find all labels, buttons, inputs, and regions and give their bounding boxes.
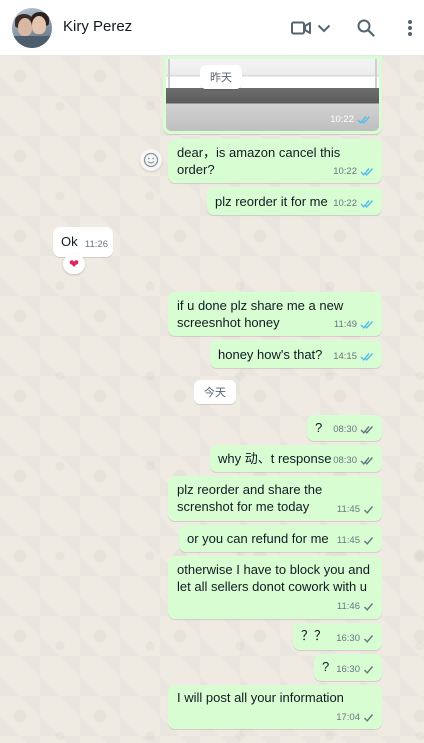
message-text: ? [322,659,330,674]
message-time: 10:22 [333,166,357,177]
message-time: 08:30 [333,455,357,466]
message-meta: 11:49 [334,316,374,333]
outgoing-message[interactable]: if u done plz share me a new screesnhot … [168,292,382,336]
sent-tick-icon [363,506,374,514]
date-separator: 昨天 [200,65,242,89]
outgoing-message[interactable]: ? 16:30 [314,654,382,681]
message-text: if u done plz share me a new screesnhot … [177,298,344,330]
heart-reaction[interactable]: ❤ [63,254,85,274]
read-receipt-icon [360,200,374,208]
message-time: 14:15 [333,351,357,362]
message-text: or you can refund for me [187,531,329,546]
message-text: dear，is amazon cancel this order? [177,145,341,177]
image-thumbnail[interactable]: 10:22 [166,59,379,131]
message-meta: 14:15 [333,348,374,365]
message-time: 11:46 [336,601,360,612]
message-text: Ok [61,234,78,249]
message-time: 11:45 [336,535,360,546]
chevron-down-icon[interactable] [316,14,332,42]
read-receipt-icon [357,116,371,124]
message-meta: 11:46 [337,598,374,615]
date-separator: 今天 [194,380,236,404]
message-time: 11:45 [336,504,360,515]
message-meta: 10:22 [333,195,374,212]
message-time: 16:30 [336,633,360,644]
message-time: 17:04 [336,712,360,723]
message-text: plz reorder it for me [215,194,328,209]
message-meta: 08:30 [333,421,374,438]
message-meta: 11:45 [337,501,374,518]
delivered-receipt-icon [360,457,374,465]
outgoing-message[interactable]: otherwise I have to block you and let al… [168,556,382,619]
contact-name[interactable]: Kiry Perez [63,18,132,35]
outgoing-message[interactable]: plz reorder and share the screnshot for … [168,476,382,521]
video-call-icon[interactable] [290,14,312,42]
sent-tick-icon [363,714,374,722]
read-receipt-icon [360,168,374,176]
delivered-receipt-icon [360,426,374,434]
message-meta: 10:22 [330,114,371,125]
message-meta: 16:30 [336,661,374,678]
message-meta: 10:22 [333,163,374,180]
sent-tick-icon [363,603,374,611]
message-text: otherwise I have to block you and let al… [177,562,370,594]
message-text: ? [315,420,323,435]
incoming-message[interactable]: Ok 11:26 [53,227,113,257]
outgoing-message[interactable]: why 动、t response 08:30 [210,445,382,472]
avatar[interactable] [12,8,52,48]
message-time: 10:22 [330,114,354,125]
message-time: 11:26 [84,239,108,250]
outgoing-message[interactable]: ？？ 16:30 [293,623,382,650]
message-time: 10:22 [333,198,357,209]
message-text: ？？ [301,628,328,643]
image-message[interactable]: 10:22 [163,56,382,134]
outgoing-message[interactable]: I will post all your information 17:04 [168,685,382,729]
message-text: honey how's that? [218,347,323,362]
message-text: why 动、t response [218,451,332,466]
outgoing-message[interactable]: honey how's that? 14:15 [210,340,382,368]
read-receipt-icon [360,321,374,329]
message-text: plz reorder and share the screnshot for … [177,482,323,514]
message-meta: 16:30 [336,630,374,647]
message-time: 16:30 [336,664,360,675]
outgoing-message[interactable]: or you can refund for me 11:45 [179,525,382,552]
sent-tick-icon [363,537,374,545]
message-meta: 17:04 [336,709,374,726]
sent-tick-icon [363,635,374,643]
message-meta: 11:45 [337,532,374,549]
outgoing-message[interactable]: ? 08:30 [307,415,382,441]
message-meta: 08:30 [333,452,374,469]
outgoing-message[interactable]: dear，is amazon cancel this order? 10:22 [168,139,382,183]
message-time: 11:49 [333,319,357,330]
search-icon[interactable] [355,14,377,42]
message-time: 08:30 [333,424,357,435]
message-text: I will post all your information [177,690,344,705]
chat-header: Kiry Perez [0,0,424,56]
emoji-reaction-button[interactable] [140,149,162,171]
outgoing-message[interactable]: plz reorder it for me 10:22 [207,187,382,215]
heart-icon: ❤ [68,257,80,271]
more-options-icon[interactable] [402,14,418,42]
sent-tick-icon [363,666,374,674]
read-receipt-icon [360,353,374,361]
message-meta: 11:26 [85,236,108,253]
smiley-icon [143,152,159,168]
